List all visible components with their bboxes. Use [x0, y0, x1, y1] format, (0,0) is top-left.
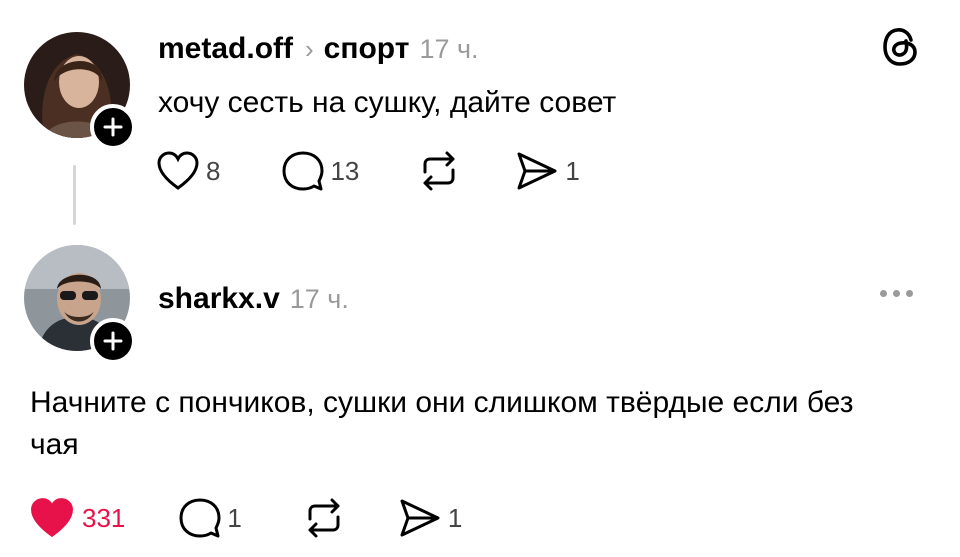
post-text: Начните с пончиков, сушки они слишком тв…	[30, 386, 854, 461]
reply-count: 1	[227, 502, 242, 533]
reply-button[interactable]: 13	[282, 150, 359, 192]
username[interactable]: metad.off	[158, 32, 293, 66]
post-actions: 8 13 1	[156, 150, 580, 192]
repost-button[interactable]	[417, 150, 461, 192]
send-icon	[400, 499, 440, 537]
like-count: 331	[82, 502, 126, 533]
repost-button[interactable]	[302, 497, 346, 539]
share-count: 1	[447, 502, 463, 533]
more-horizontal-icon[interactable]	[880, 290, 913, 297]
like-count: 8	[206, 155, 221, 186]
post-text: хочу сесть на сушку, дайте совет	[158, 86, 617, 119]
follow-button[interactable]	[90, 318, 136, 364]
timestamp: 17 ч.	[289, 284, 349, 314]
send-icon	[517, 152, 557, 190]
share-button[interactable]: 1	[515, 150, 580, 192]
like-button[interactable]: 331	[28, 496, 125, 540]
post-header: metad.off › спорт 17 ч.	[158, 32, 479, 66]
threads-logo-icon[interactable]	[882, 26, 920, 73]
heart-icon	[157, 151, 199, 190]
thread-line	[73, 165, 76, 225]
repost-icon	[308, 498, 340, 538]
heart-icon	[31, 498, 73, 538]
username[interactable]: sharkx.v	[158, 282, 280, 316]
timestamp: 17 ч.	[419, 34, 479, 64]
comment-icon	[179, 498, 221, 538]
share-button[interactable]: 1	[398, 497, 462, 539]
chevron-right-icon: ›	[305, 34, 314, 64]
like-button[interactable]: 8	[156, 150, 220, 192]
repost-icon	[423, 151, 455, 191]
share-count: 1	[565, 155, 580, 186]
topic-tag[interactable]: спорт	[324, 32, 410, 66]
reply-button[interactable]: 1	[179, 497, 242, 539]
post-header: sharkx.v 17 ч.	[158, 282, 349, 316]
follow-button[interactable]	[90, 104, 136, 150]
comment-icon	[282, 151, 324, 191]
plus-icon	[103, 331, 123, 351]
post-actions: 331 1 1	[28, 496, 462, 540]
plus-icon	[103, 117, 123, 137]
reply-count: 13	[330, 155, 360, 186]
